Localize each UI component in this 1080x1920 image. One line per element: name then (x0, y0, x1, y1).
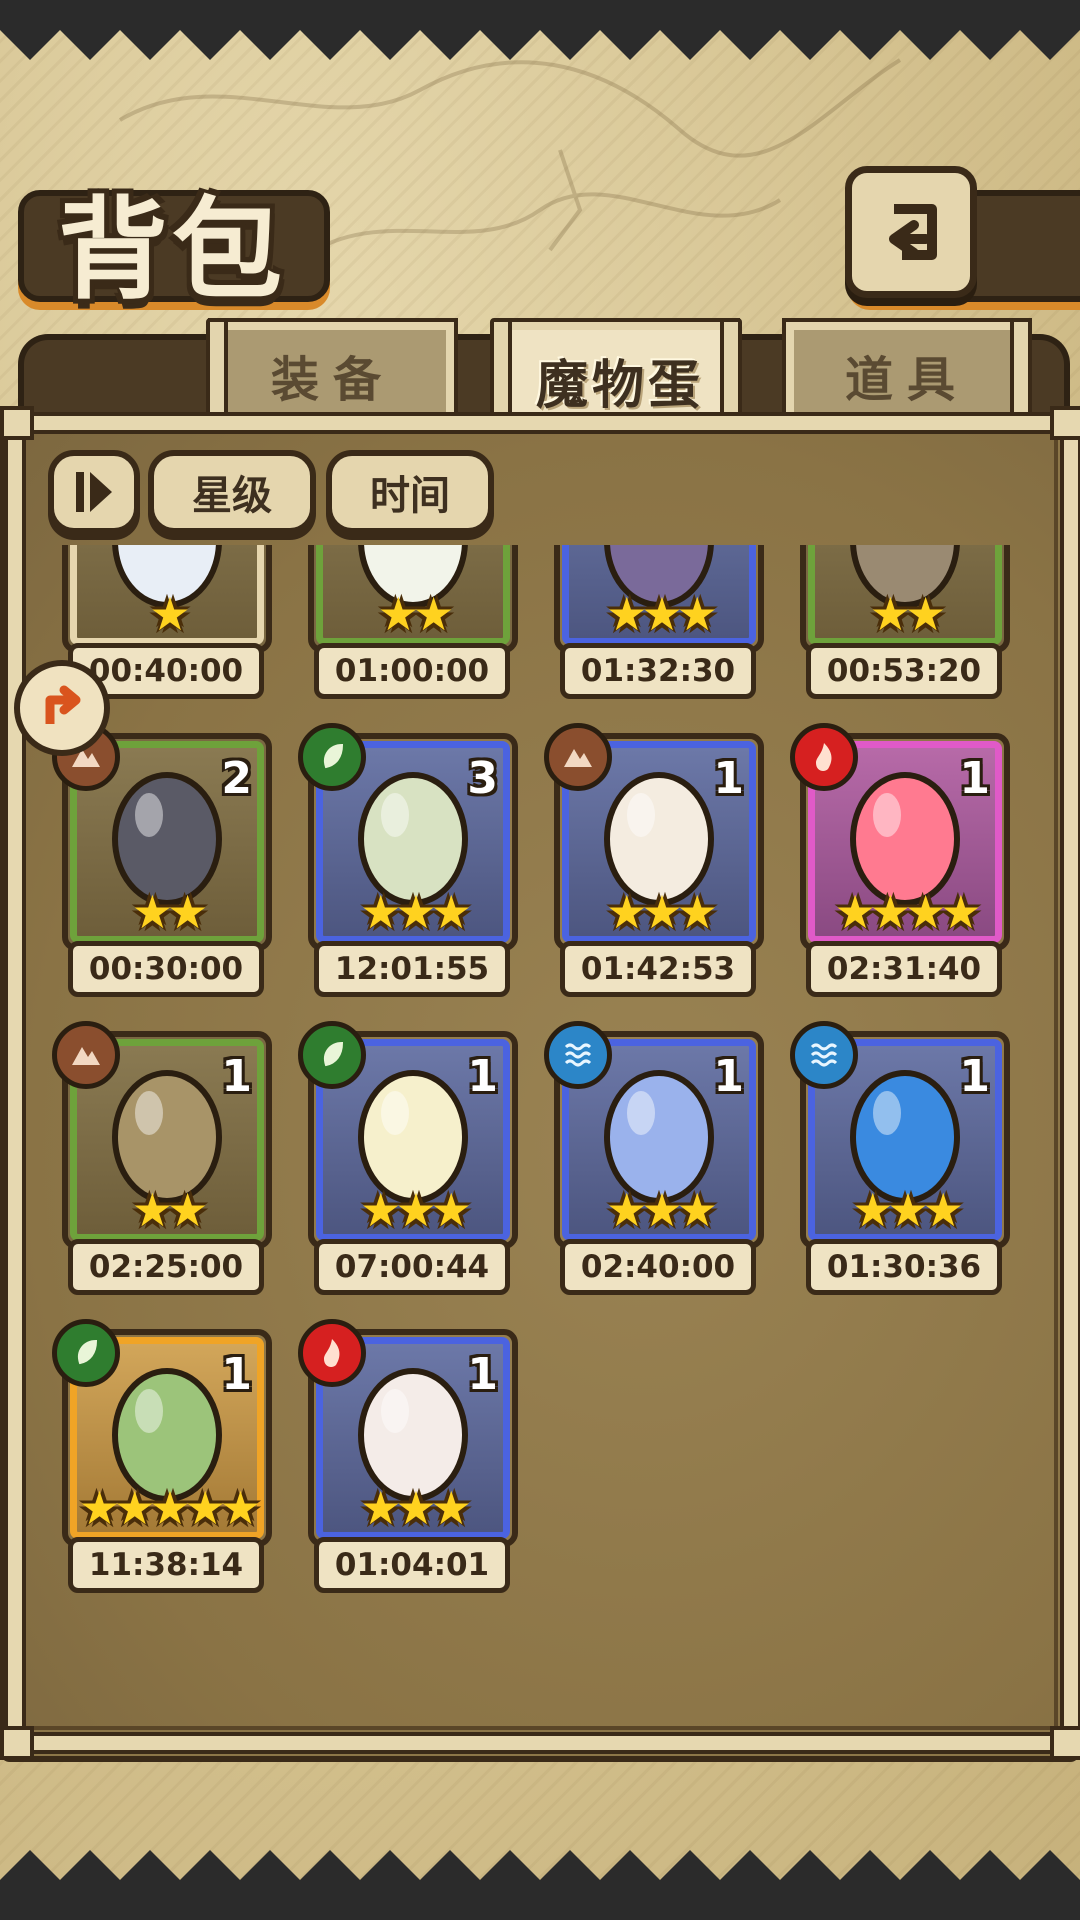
star-rating: ★★★ (606, 885, 718, 939)
hatch-timer: 01:30:36 (806, 1239, 1002, 1295)
egg-count: 1 (713, 1051, 744, 1102)
egg-count: 1 (467, 1051, 498, 1102)
hatch-timer: 12:01:55 (314, 941, 510, 997)
torn-edge-top (0, 0, 1080, 60)
egg-count: 1 (959, 1051, 990, 1102)
star-rating: ★★ (377, 587, 454, 641)
torn-edge-bottom (0, 1850, 1080, 1920)
panel-rail-left (4, 426, 26, 1740)
sort-by-stars-label: 星级 (192, 473, 272, 519)
star-rating: ★★★ (606, 587, 718, 641)
nature-element-icon (298, 723, 366, 791)
sort-toggle-icon (76, 472, 112, 512)
egg-count: 1 (221, 1349, 252, 1400)
side-action-button[interactable] (14, 660, 110, 756)
hatch-timer: 00:30:00 (68, 941, 264, 997)
water-element-icon (544, 1021, 612, 1089)
star-rating: ★★★ (360, 1481, 472, 1535)
egg-count: 1 (713, 753, 744, 804)
egg-card[interactable]: 4★★ (308, 545, 518, 653)
earth-element-icon (52, 1021, 120, 1089)
panel-corner (1050, 406, 1080, 440)
hatch-timer: 02:31:40 (806, 941, 1002, 997)
tab-monster-eggs-label: 魔物蛋 (535, 355, 704, 416)
hatch-timer: 02:25:00 (68, 1239, 264, 1295)
egg-count: 1 (959, 753, 990, 804)
earth-element-icon (544, 723, 612, 791)
panel-rail-bottom (10, 1732, 1076, 1754)
fire-element-icon (790, 723, 858, 791)
star-rating: ★★★ (360, 885, 472, 939)
sort-toggle-button[interactable] (48, 450, 140, 534)
hatch-timer: 07:00:44 (314, 1239, 510, 1295)
hatch-timer: 02:40:00 (560, 1239, 756, 1295)
egg-grid[interactable]: 1★00:40:004★★01:00:001★★★01:32:305★★00:5… (40, 545, 1040, 1725)
water-element-icon (790, 1021, 858, 1089)
tab-post (1010, 318, 1032, 422)
nature-element-icon (298, 1021, 366, 1089)
star-rating: ★★★★★ (78, 1481, 261, 1535)
egg-count: 3 (467, 753, 498, 804)
hatch-timer: 01:04:01 (314, 1537, 510, 1593)
star-rating: ★ (149, 587, 190, 641)
tab-equipment-label: 装备 (270, 352, 395, 408)
page-title: 背包 (58, 185, 286, 314)
hatch-timer: 01:00:00 (314, 643, 510, 699)
panel-rail-right (1060, 426, 1080, 1740)
star-rating: ★★ (131, 1183, 208, 1237)
egg-card[interactable]: 1★★★ (554, 545, 764, 653)
hatch-timer: 01:42:53 (560, 941, 756, 997)
panel-rail-top (10, 412, 1076, 434)
panel-corner (1050, 1726, 1080, 1760)
back-arrow-icon (889, 204, 937, 260)
arrow-up-right-icon (45, 685, 81, 724)
hatch-timer: 00:53:20 (806, 643, 1002, 699)
star-rating: ★★★★ (834, 885, 982, 939)
sort-by-time-button[interactable]: 时间 (326, 450, 494, 534)
hatch-timer: 01:32:30 (560, 643, 756, 699)
egg-count: 2 (221, 753, 252, 804)
egg-count: 1 (221, 1051, 252, 1102)
panel-corner (0, 406, 34, 440)
star-rating: ★★ (869, 587, 946, 641)
tab-items-label: 道具 (844, 352, 969, 408)
tab-post (206, 318, 228, 422)
egg-card[interactable]: 5★★ (800, 545, 1010, 653)
fire-element-icon (298, 1319, 366, 1387)
star-rating: ★★★ (852, 1183, 964, 1237)
tab-post (720, 318, 742, 422)
egg-card[interactable]: 1★ (62, 545, 272, 653)
nature-element-icon (52, 1319, 120, 1387)
star-rating: ★★★ (606, 1183, 718, 1237)
hatch-timer: 11:38:14 (68, 1537, 264, 1593)
star-rating: ★★ (131, 885, 208, 939)
back-button[interactable] (845, 166, 977, 298)
sort-by-stars-button[interactable]: 星级 (148, 450, 316, 534)
egg-count: 1 (467, 1349, 498, 1400)
tab-post (490, 318, 512, 422)
sort-by-time-label: 时间 (370, 473, 450, 519)
star-rating: ★★★ (360, 1183, 472, 1237)
panel-corner (0, 1726, 34, 1760)
